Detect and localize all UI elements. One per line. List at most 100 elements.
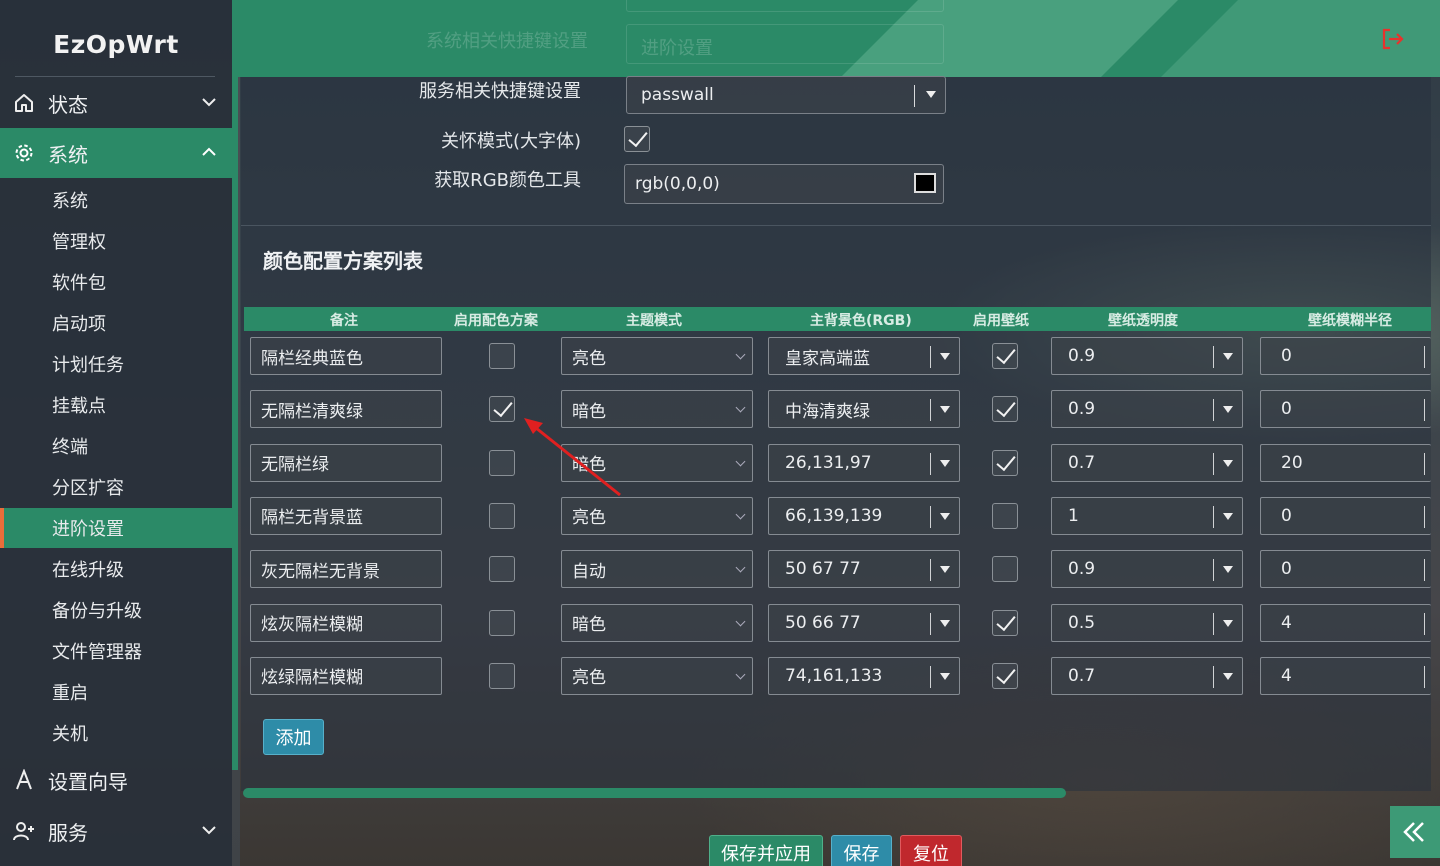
row-bg-color-combo[interactable]: 26,131,97 (768, 443, 960, 482)
row-enable-scheme-checkbox[interactable] (489, 396, 515, 423)
dropdown-arrow-icon (940, 619, 950, 627)
nav-system[interactable]: 系统 (0, 128, 232, 178)
row-bg-color-combo[interactable]: 中海清爽绿 (768, 390, 960, 429)
row-theme-mode-value: 自动 (572, 561, 606, 582)
row-wallpaper-checkbox[interactable] (992, 556, 1018, 583)
row-blur-input[interactable]: 4 (1260, 603, 1431, 642)
sidebar-item-mounts[interactable]: 挂载点 (0, 385, 232, 425)
rgb-color-swatch[interactable] (914, 173, 936, 193)
row-theme-mode-select[interactable]: 暗色 (561, 603, 753, 642)
sidebar-scrollbar[interactable] (232, 0, 238, 770)
nav-system-label: 系统 (48, 142, 88, 167)
row-enable-scheme-checkbox[interactable] (489, 662, 515, 689)
row-enable-scheme-checkbox[interactable] (489, 449, 515, 476)
row-bg-color-combo[interactable]: 50 66 77 (768, 603, 960, 642)
row-note-input[interactable]: 灰无隔栏无背景 (250, 550, 442, 589)
row-opacity-combo[interactable]: 0.9 (1051, 550, 1243, 589)
row-theme-mode-select[interactable]: 亮色 (561, 337, 753, 375)
row-enable-scheme-checkbox[interactable] (489, 502, 515, 529)
row-blur-input[interactable]: 4 (1260, 656, 1431, 695)
row-opacity-combo[interactable]: 0.9 (1051, 337, 1243, 375)
row-theme-mode-select[interactable]: 自动 (561, 550, 753, 589)
row-note-value: 隔栏经典蓝色 (261, 348, 363, 369)
top-header: 系统相关快捷键设置 进阶设置 (238, 0, 1440, 77)
gear-icon (12, 141, 36, 165)
table-row: 无隔栏绿 暗色 26,131,97 0.7 20 (241, 443, 1431, 484)
collapse-sidebar-button[interactable] (1390, 806, 1440, 858)
row-wallpaper-checkbox[interactable] (992, 609, 1018, 636)
row-theme-mode-select[interactable]: 亮色 (561, 656, 753, 695)
row-bg-color-combo[interactable]: 74,161,133 (768, 656, 960, 695)
row-wallpaper-checkbox[interactable] (992, 343, 1018, 369)
row-bg-color-combo[interactable]: 皇家高端蓝 (768, 337, 960, 375)
row-bg-color-value: 50 67 77 (785, 559, 861, 580)
row-opacity-combo[interactable]: 0.5 (1051, 603, 1243, 642)
dropdown-arrow-icon (1223, 406, 1233, 414)
row-note-input[interactable]: 炫绿隔栏模糊 (250, 656, 442, 695)
nav-services[interactable]: 服务 (0, 806, 232, 856)
row-theme-mode-select[interactable]: 暗色 (561, 443, 753, 482)
row-note-input[interactable]: 炫灰隔栏模糊 (250, 603, 442, 642)
dropdown-arrow-icon (940, 353, 950, 360)
nav-status[interactable]: 状态 (0, 78, 232, 128)
chevron-down-icon (735, 616, 746, 626)
row-enable-scheme-checkbox[interactable] (489, 609, 515, 636)
row-opacity-combo[interactable]: 0.7 (1051, 656, 1243, 695)
table-horizontal-scrollbar[interactable] (243, 788, 1066, 798)
table-row: 炫绿隔栏模糊 亮色 74,161,133 0.7 4 (241, 656, 1431, 697)
col-header-blur: 壁纸模糊半径 (1308, 313, 1392, 329)
logout-icon[interactable] (1380, 26, 1406, 52)
row-blur-value: 0 (1281, 505, 1292, 526)
table-row: 无隔栏清爽绿 暗色 中海清爽绿 0.9 0 (241, 390, 1431, 430)
sidebar-item-shutdown[interactable]: 关机 (0, 713, 232, 753)
row-wallpaper-checkbox[interactable] (992, 502, 1018, 529)
row-wallpaper-checkbox[interactable] (992, 662, 1018, 689)
sidebar-item-file-manager[interactable]: 文件管理器 (0, 631, 232, 671)
row-note-input[interactable]: 隔栏经典蓝色 (250, 337, 442, 375)
row-enable-scheme-checkbox[interactable] (489, 343, 515, 369)
row-blur-input[interactable]: 20 (1260, 443, 1431, 482)
sidebar-item-partition[interactable]: 分区扩容 (0, 467, 232, 507)
row-bg-color-combo[interactable]: 50 67 77 (768, 550, 960, 589)
row-theme-mode-select[interactable]: 暗色 (561, 390, 753, 429)
row-wallpaper-checkbox[interactable] (992, 396, 1018, 423)
sidebar-item-crontab[interactable]: 计划任务 (0, 344, 232, 384)
row-opacity-combo[interactable]: 1 (1051, 496, 1243, 535)
sidebar-item-packages[interactable]: 软件包 (0, 262, 232, 302)
row-wallpaper-checkbox[interactable] (992, 449, 1018, 476)
service-shortcut-select[interactable]: passwall (626, 76, 946, 114)
row-note-input[interactable]: 无隔栏清爽绿 (250, 390, 442, 429)
sidebar-item-admin[interactable]: 管理权 (0, 221, 232, 261)
sidebar-item-startup[interactable]: 启动项 (0, 303, 232, 343)
row-blur-value: 4 (1281, 665, 1292, 686)
row-enable-scheme-checkbox[interactable] (489, 556, 515, 583)
sidebar-item-terminal[interactable]: 终端 (0, 426, 232, 466)
row-bg-color-combo[interactable]: 66,139,139 (768, 496, 960, 535)
row-note-input[interactable]: 隔栏无背景蓝 (250, 496, 442, 535)
row-blur-input[interactable]: 0 (1260, 496, 1431, 535)
sidebar-item-backup[interactable]: 备份与升级 (0, 590, 232, 630)
sidebar-item-online-upgrade[interactable]: 在线升级 (0, 549, 232, 589)
sidebar-item-system[interactable]: 系统 (0, 180, 232, 220)
row-bg-color-value: 66,139,139 (785, 505, 883, 526)
save-apply-button[interactable]: 保存并应用 (709, 835, 823, 866)
add-scheme-button[interactable]: 添加 (263, 719, 324, 755)
chevron-down-icon (735, 562, 746, 573)
row-opacity-combo[interactable]: 0.7 (1051, 443, 1243, 482)
row-blur-input[interactable]: 0 (1260, 390, 1431, 429)
dropdown-arrow-icon (1223, 672, 1233, 680)
row-opacity-combo[interactable]: 0.9 (1051, 390, 1243, 429)
dropdown-arrow-icon (940, 459, 950, 467)
sidebar-item-advanced[interactable]: 进阶设置 (0, 508, 232, 548)
row-theme-mode-value: 暗色 (572, 401, 606, 422)
row-note-input[interactable]: 无隔栏绿 (250, 443, 442, 482)
care-mode-checkbox[interactable] (624, 126, 650, 152)
reset-button[interactable]: 复位 (900, 835, 962, 866)
row-theme-mode-select[interactable]: 亮色 (561, 496, 753, 535)
row-blur-input[interactable]: 0 (1260, 550, 1431, 589)
save-button[interactable]: 保存 (831, 835, 892, 866)
rgb-tool-input[interactable]: rgb(0,0,0) (624, 164, 944, 204)
row-blur-input[interactable]: 0 (1260, 337, 1431, 375)
sidebar-item-reboot[interactable]: 重启 (0, 672, 232, 712)
nav-wizard[interactable]: 设置向导 (0, 755, 232, 805)
